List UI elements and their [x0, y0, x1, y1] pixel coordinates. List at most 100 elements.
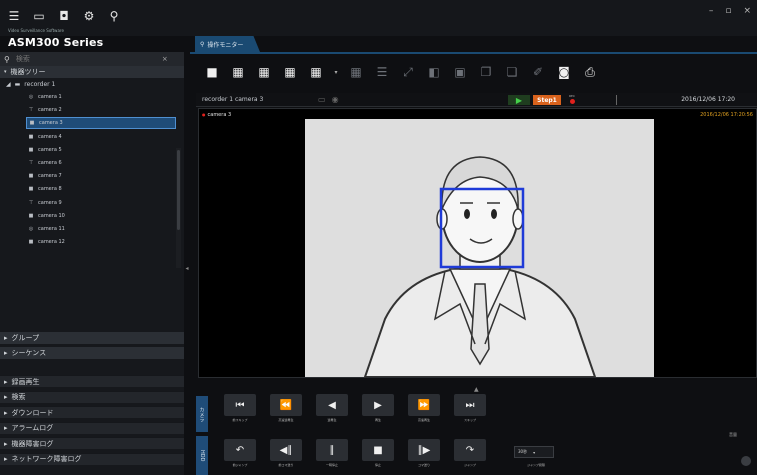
- tree-recorder[interactable]: ◢ ▬ recorder 1: [0, 78, 176, 90]
- layout-list-icon[interactable]: ☰: [372, 62, 392, 82]
- menu-item-label: 検索: [11, 393, 26, 401]
- brand-subtitle: Video Surveillance Software: [8, 28, 64, 33]
- menu-item[interactable]: ▸ 録画再生: [0, 375, 184, 387]
- camera-view-icon[interactable]: ◘: [56, 8, 72, 24]
- tree-camera-label: camera 8: [38, 186, 62, 193]
- box-camera-icon: ■: [28, 212, 34, 219]
- bullet-camera-icon: ⊤: [28, 199, 34, 206]
- jump-interval-select[interactable]: 30秒 ▾: [514, 446, 554, 458]
- chevron-down-icon: ▾: [533, 449, 536, 455]
- scrollbar-thumb[interactable]: [177, 150, 180, 230]
- chevron-down-icon: ▾: [4, 69, 7, 75]
- audio-icon[interactable]: ◧: [424, 62, 444, 82]
- video-view[interactable]: camera 3 2016/12/06 17:20:56: [198, 108, 757, 378]
- frame-forward-button[interactable]: ∥▶: [408, 439, 440, 461]
- monitor-tab-icon: ⚲: [200, 40, 205, 48]
- chevron-right-icon: ▸: [4, 439, 8, 448]
- settings-icon[interactable]: ⚙: [81, 8, 97, 24]
- layout-more-icon[interactable]: ▦: [306, 62, 326, 82]
- menu-item[interactable]: ▸ 検索: [0, 390, 184, 403]
- section-label: シーケンス: [11, 349, 47, 357]
- chevron-right-icon: ▸: [4, 377, 8, 386]
- rec-indicator: REC: [566, 94, 578, 104]
- tree-camera-item[interactable]: ■ camera 12: [0, 236, 176, 248]
- pause-button[interactable]: ∥: [316, 439, 348, 461]
- menu-item[interactable]: ▸ ダウンロード: [0, 406, 184, 418]
- tree-camera-item[interactable]: ⊤ camera 2: [0, 104, 176, 116]
- camera-icon[interactable]: ◙: [554, 62, 574, 82]
- skip-forward-button[interactable]: ⏭: [454, 394, 486, 416]
- reverse-play-button[interactable]: ◀: [316, 394, 348, 416]
- tree-scrollbar[interactable]: [176, 148, 181, 268]
- step-badge: Step1: [533, 95, 561, 105]
- bullet-camera-icon: ⊤: [28, 160, 34, 166]
- tab-camera-vertical[interactable]: カメラ: [196, 396, 208, 432]
- overlay-camera-label: camera 3: [202, 112, 232, 118]
- playback-control-panel: ▲ カメラ HDD 30秒 ▾ ジャンプ間隔 音量 ⏮ 前スキップ ⏪ 高速逆再生 ◀ 逆…: [196, 386, 757, 475]
- layout-1-icon[interactable]: ■: [202, 62, 222, 82]
- tree-camera-item[interactable]: ■ camera 7: [0, 170, 176, 182]
- chevron-right-icon: ▸: [4, 424, 8, 432]
- tree-camera-item[interactable]: ◎ camera 11: [0, 223, 176, 235]
- search-input[interactable]: [15, 55, 156, 63]
- section-header[interactable]: ▸ グループ: [0, 332, 184, 344]
- tab-hdd-vertical[interactable]: HDD: [196, 436, 208, 475]
- menu-icon[interactable]: ☰: [6, 8, 22, 24]
- tree-camera-item[interactable]: ◎ camera 1: [0, 91, 176, 103]
- skip-back-label: 前スキップ: [232, 418, 248, 422]
- menu-item[interactable]: ▸ ネットワーク障害ログ: [0, 452, 184, 465]
- frame-back-button[interactable]: ◀∥: [270, 439, 302, 461]
- volume-knob[interactable]: [741, 456, 751, 466]
- menu-item-label: ネットワーク障害ログ: [11, 455, 82, 463]
- menu-item[interactable]: ▸ アラームログ: [0, 421, 184, 434]
- tree-camera-item[interactable]: ■ camera 8: [0, 183, 176, 195]
- tree-camera-item[interactable]: ■ camera 10: [0, 210, 176, 222]
- chevron-up-icon[interactable]: ▲: [474, 386, 479, 393]
- search-icon[interactable]: ⚲: [106, 8, 122, 24]
- clear-icon[interactable]: ×: [162, 55, 168, 63]
- layout-wide-icon[interactable]: ▦: [346, 62, 366, 82]
- layout-9-icon[interactable]: ▦: [254, 62, 274, 82]
- section-header[interactable]: ▸ シーケンス: [0, 347, 184, 359]
- tab-operation-monitor[interactable]: ⚲ 操作モニター: [195, 36, 260, 52]
- close-icon[interactable]: ×: [743, 6, 751, 16]
- layout-dropdown-icon[interactable]: ▾: [332, 62, 340, 82]
- tree-camera-item[interactable]: ⊤ camera 6: [0, 157, 176, 169]
- paste-icon[interactable]: ❏: [502, 62, 522, 82]
- tree-camera-label: camera 11: [38, 226, 65, 232]
- snapshot-list-icon[interactable]: ▣: [450, 62, 470, 82]
- expand-arrow-icon[interactable]: ◢: [6, 81, 11, 88]
- tree-camera-item[interactable]: ■ camera 3: [26, 117, 176, 130]
- minimize-icon[interactable]: –: [709, 6, 714, 16]
- skip-back-button[interactable]: ⏮: [224, 394, 256, 416]
- lock-icon[interactable]: ▭: [318, 95, 326, 104]
- tree-camera-item[interactable]: ⊤ camera 9: [0, 197, 176, 209]
- reverse-play-label: 逆再生: [327, 418, 337, 422]
- box-camera-icon: ■: [28, 173, 34, 180]
- jump-back-button[interactable]: ↶: [224, 439, 256, 461]
- monitor-icon[interactable]: ▭: [31, 8, 47, 24]
- chevron-right-icon: ▸: [4, 349, 8, 357]
- edit-icon[interactable]: ✐: [528, 62, 548, 82]
- jump-forward-button[interactable]: ↷: [454, 439, 486, 461]
- clock-icon[interactable]: ◉: [332, 95, 339, 104]
- fast-reverse-button[interactable]: ⏪: [270, 394, 302, 416]
- stop-button[interactable]: ■: [362, 439, 394, 461]
- print-icon[interactable]: ⎙: [580, 62, 600, 82]
- tree-camera-label: camera 2: [38, 107, 62, 114]
- device-tree-header[interactable]: ▾ 機器ツリー: [0, 66, 184, 78]
- fast-forward-button[interactable]: ⏩: [408, 394, 440, 416]
- box-camera-icon: ■: [29, 120, 35, 127]
- copy-icon[interactable]: ❐: [476, 62, 496, 82]
- tree-camera-item[interactable]: ■ camera 4: [0, 131, 176, 143]
- layout-4-icon[interactable]: ▦: [228, 62, 248, 82]
- play-button[interactable]: ▶: [362, 394, 394, 416]
- menu-item[interactable]: ▸ 機器障害ログ: [0, 437, 184, 449]
- fullscreen-icon[interactable]: ⤢: [398, 62, 418, 82]
- maximize-icon[interactable]: ▫: [725, 6, 731, 16]
- stop-label: 停止: [374, 463, 381, 467]
- layout-16-icon[interactable]: ▦: [280, 62, 300, 82]
- collapse-panel-handle[interactable]: ◂: [184, 258, 190, 278]
- menu-item-label: 録画再生: [11, 377, 40, 386]
- tree-camera-item[interactable]: ■ camera 5: [0, 144, 176, 156]
